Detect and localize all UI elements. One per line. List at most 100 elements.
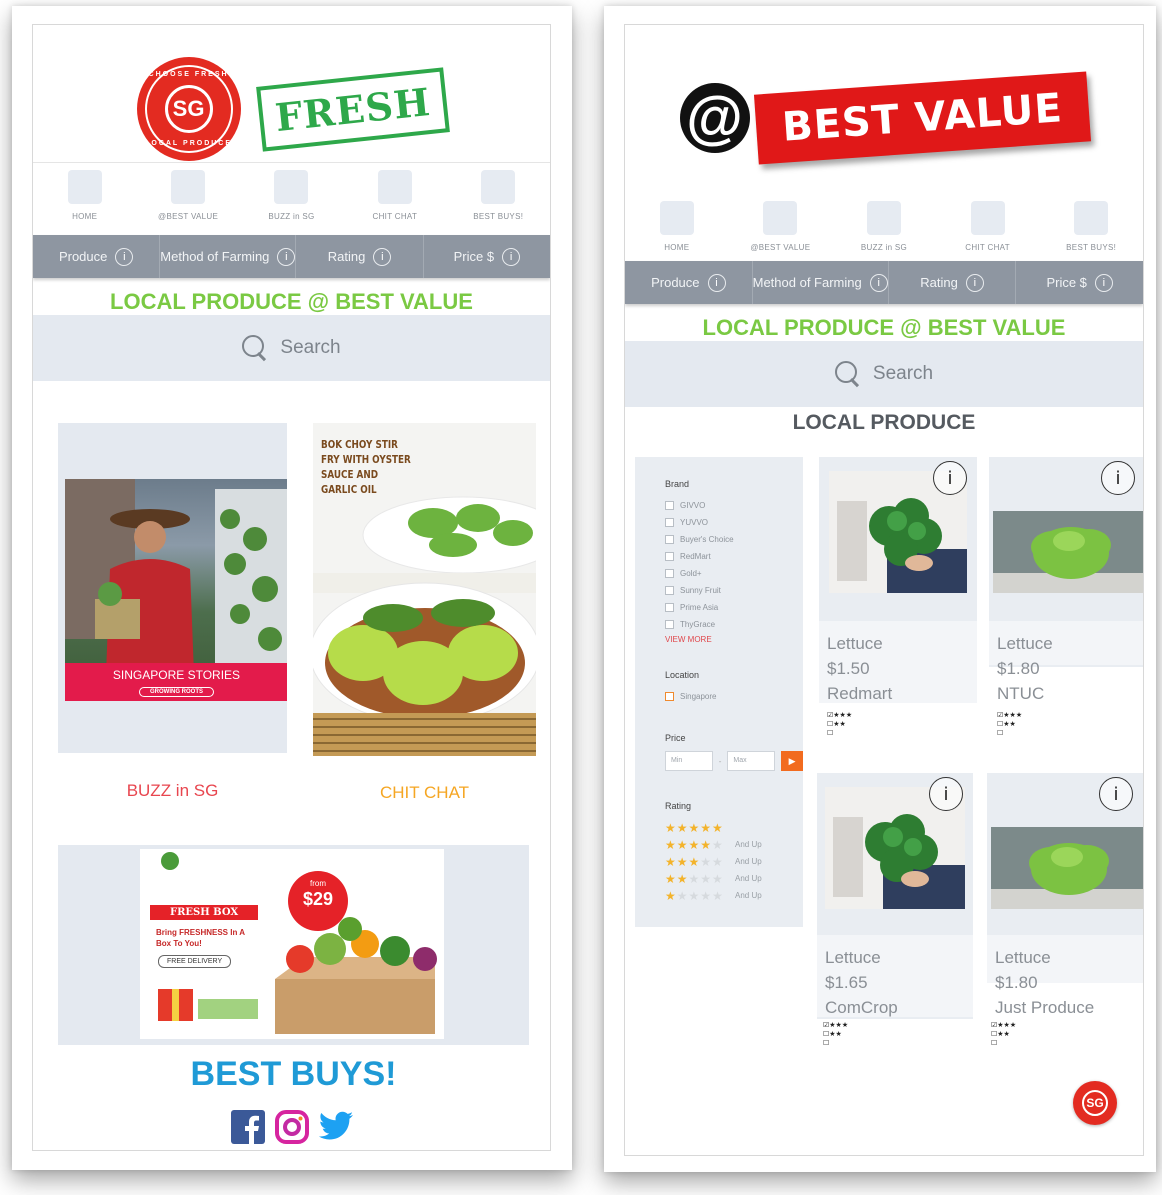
brand-option[interactable]: GIVVO <box>665 497 803 514</box>
rating-option[interactable]: ★★★★★ <box>665 819 803 836</box>
product-info: Lettuce $1.80 Just Produce <box>987 935 1143 1017</box>
fresh-stamp-logo: FRESH <box>255 66 450 152</box>
info-icon[interactable]: i <box>277 247 296 266</box>
rating-option[interactable]: ★★★★★ And Up <box>665 836 803 853</box>
brand-option[interactable]: Sunny Fruit <box>665 582 803 599</box>
filter-rating[interactable]: Rating i <box>296 235 424 278</box>
checkbox[interactable] <box>665 692 674 701</box>
instagram-icon[interactable] <box>274 1109 310 1145</box>
view-more-link[interactable]: VIEW MORE <box>665 635 803 644</box>
top-nav: HOME @BEST VALUE BUZZ in SG CHIT CHAT BE… <box>625 201 1143 252</box>
nav-best-value[interactable]: @BEST VALUE <box>735 201 825 252</box>
location-option[interactable]: Singapore <box>665 688 803 705</box>
filter-produce[interactable]: Produce i <box>625 261 753 304</box>
brand-option[interactable]: RedMart <box>665 548 803 565</box>
brand-option[interactable]: Buyer's Choice <box>665 531 803 548</box>
nav-home[interactable]: HOME <box>632 201 722 252</box>
nav-buzz[interactable]: BUZZ in SG <box>246 170 336 221</box>
info-icon[interactable]: i <box>1094 273 1113 292</box>
checkbox[interactable] <box>665 535 674 544</box>
nav-chit-chat[interactable]: CHIT CHAT <box>943 201 1033 252</box>
info-icon[interactable]: i <box>869 273 888 292</box>
price-min-input[interactable]: Min <box>665 751 713 771</box>
brand-option[interactable]: YUVVO <box>665 514 803 531</box>
social-links <box>33 1109 550 1145</box>
buzz-photo: SINGAPORE STORIES GROWING ROOTS <box>65 479 287 701</box>
info-icon[interactable]: i <box>929 777 963 811</box>
product-card[interactable]: i Lettuce $1.80 Just Produce <box>987 773 1143 1017</box>
product-rating-legend: ☑★★★ ☐★★ ☐ <box>827 711 853 737</box>
rating-option[interactable]: ★★★★★ And Up <box>665 887 803 904</box>
checkbox[interactable] <box>665 518 674 527</box>
info-icon[interactable]: i <box>707 273 726 292</box>
product-rating-legend: ☑★★★ ☐★★ ☐ <box>997 711 1023 737</box>
checkbox[interactable] <box>665 501 674 510</box>
star-icon: ★★★★★ <box>665 820 724 835</box>
info-icon[interactable]: i <box>502 247 521 266</box>
nav-best-value[interactable]: @BEST VALUE <box>143 170 233 221</box>
info-icon[interactable]: i <box>965 273 984 292</box>
filter-rating[interactable]: Rating i <box>889 261 1017 304</box>
at-sign-logo: @ <box>679 83 750 153</box>
star-icon: ★★★★★ <box>665 837 724 852</box>
nav-buzz[interactable]: BUZZ in SG <box>839 201 929 252</box>
search-bar[interactable]: Search <box>625 341 1143 407</box>
search-bar[interactable]: Search <box>33 315 550 381</box>
filter-price[interactable]: Price $ i <box>1016 261 1143 304</box>
info-icon[interactable]: i <box>1099 777 1133 811</box>
facebook-icon[interactable] <box>230 1109 266 1145</box>
rating-option[interactable]: ★★★★★ And Up <box>665 870 803 887</box>
brand-option[interactable]: ThyGrace <box>665 616 803 633</box>
buzz-tile[interactable]: SINGAPORE STORIES GROWING ROOTS BUZZ in … <box>58 423 287 843</box>
price-go-button[interactable]: ▶ <box>781 751 804 771</box>
price-max-input[interactable]: Max <box>727 751 776 771</box>
fresh-box-ad: FRESH BOX Bring FRESHNESS In A Box To Yo… <box>140 849 444 1039</box>
right-phone-frame: @ BEST VALUE HOME @BEST VALUE BUZZ in SG… <box>604 6 1156 1172</box>
info-icon[interactable]: i <box>115 247 134 266</box>
filter-produce[interactable]: Produce i <box>33 235 161 278</box>
checkbox[interactable] <box>665 552 674 561</box>
filter-price[interactable]: Price $ i <box>424 235 550 278</box>
checkbox[interactable] <box>665 603 674 612</box>
info-icon[interactable]: i <box>373 247 392 266</box>
best-buys-tile[interactable]: FRESH BOX Bring FRESHNESS In A Box To Yo… <box>58 845 529 1103</box>
best-value-logo[interactable]: @ BEST VALUE <box>625 71 1143 165</box>
brand-list: GIVVO YUVVO Buyer's Choice RedMart Gold+ Sunn… <box>665 497 803 633</box>
info-icon[interactable]: i <box>1101 461 1135 495</box>
rating-list: ★★★★★ ★★★★★ And Up ★★★★★ And Up ★★★★★ And Up ★★… <box>665 819 803 904</box>
checkbox[interactable] <box>665 620 674 629</box>
search-input[interactable]: Search <box>280 337 340 359</box>
brand-option[interactable]: Gold+ <box>665 565 803 582</box>
info-icon[interactable]: i <box>933 461 967 495</box>
chit-chat-tile-label: CHIT CHAT <box>379 783 470 802</box>
bok-choy-photo: BOK CHOY STIR FRY WITH OYSTER SAUCE AND … <box>313 423 536 756</box>
nav-best-buys[interactable]: BEST BUYS! <box>453 170 543 221</box>
product-card[interactable]: i Lettuce $1.65 ComCrop <box>817 773 973 1019</box>
product-card[interactable]: i Lettuce $1.50 Redmart <box>819 457 977 703</box>
chit-chat-icon <box>970 201 1005 235</box>
nav-chit-chat[interactable]: CHIT CHAT <box>350 170 440 221</box>
page-title: LOCAL PRODUCE @ BEST VALUE <box>110 289 473 314</box>
search-input[interactable]: Search <box>873 363 933 385</box>
section-title: LOCAL PRODUCE <box>792 411 976 434</box>
best-value-banner: BEST VALUE <box>753 71 1091 165</box>
checkbox[interactable] <box>665 586 674 595</box>
checkbox[interactable] <box>665 569 674 578</box>
header-logo[interactable]: CHOOSE FRESH SG LOCAL PRODUCE FRESH <box>33 57 550 161</box>
filter-method-of-farming[interactable]: Method of Farming i <box>160 235 297 278</box>
buzz-icon <box>274 170 309 204</box>
nav-best-buys[interactable]: BEST BUYS! <box>1046 201 1136 252</box>
chit-chat-tile[interactable]: BOK CHOY STIR FRY WITH OYSTER SAUCE AND … <box>313 423 536 843</box>
product-rating-legend: ☑★★★ ☐★★ ☐ <box>991 1021 1017 1047</box>
sg-fab-button[interactable]: SG <box>1073 1081 1117 1125</box>
rating-option[interactable]: ★★★★★ And Up <box>665 853 803 870</box>
top-nav: HOME @BEST VALUE BUZZ in SG CHIT CHAT BE… <box>33 170 550 221</box>
brand-option[interactable]: Prime Asia <box>665 599 803 616</box>
twitter-icon[interactable] <box>318 1109 354 1145</box>
screenshot-stage: CHOOSE FRESH SG LOCAL PRODUCE FRESH HOME… <box>0 0 1162 1195</box>
nav-home[interactable]: HOME <box>40 170 130 221</box>
product-info: Lettuce $1.65 ComCrop <box>817 935 973 1017</box>
home-icon <box>659 201 694 235</box>
product-card[interactable]: i Lettuce $1.80 NTUC <box>989 457 1143 703</box>
filter-method-of-farming[interactable]: Method of Farming i <box>753 261 889 304</box>
